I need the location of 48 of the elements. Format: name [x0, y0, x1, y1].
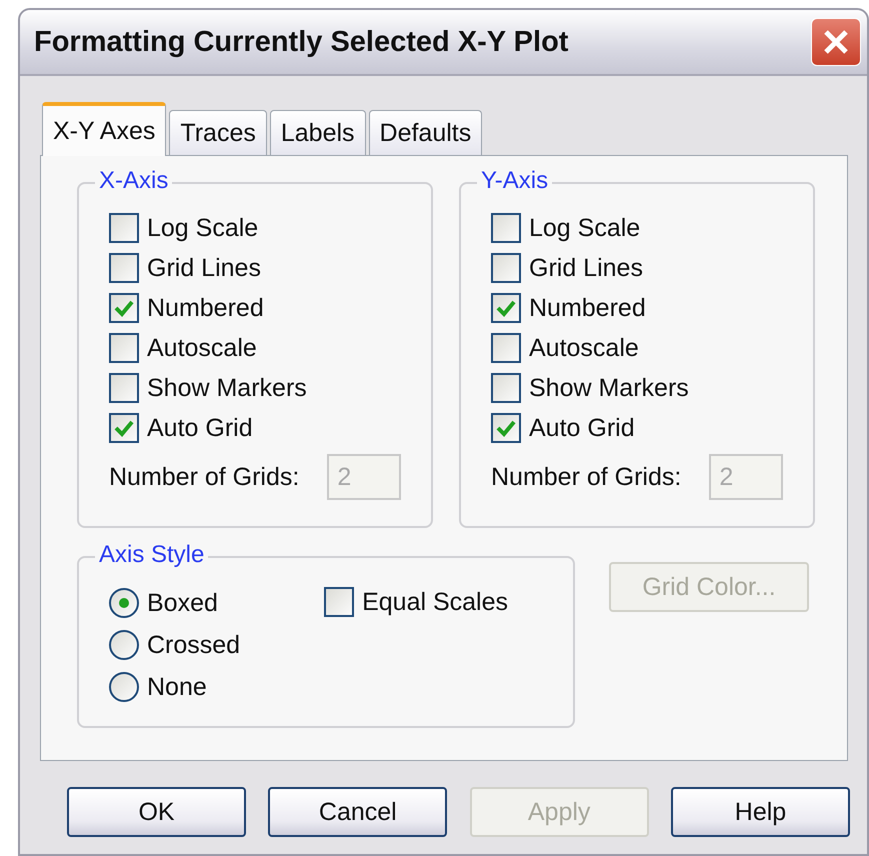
checkbox[interactable] — [109, 293, 139, 323]
tab[interactable]: Defaults — [368, 110, 482, 155]
tab[interactable]: Traces — [169, 110, 267, 155]
radio-button[interactable] — [109, 672, 139, 702]
checkbox[interactable] — [109, 413, 139, 443]
checkbox[interactable] — [324, 587, 354, 617]
checkbox-label: Numbered — [147, 294, 264, 322]
checkbox[interactable] — [491, 253, 521, 283]
checkbox[interactable] — [109, 253, 139, 283]
checkbox-label: Log Scale — [529, 214, 640, 242]
checkbox[interactable] — [491, 293, 521, 323]
field-label: Number of Grids: — [109, 462, 300, 492]
check-icon — [496, 299, 516, 317]
dialog-button[interactable]: OK — [67, 787, 246, 837]
dialog-button[interactable]: Cancel — [268, 787, 448, 837]
close-icon — [822, 28, 850, 56]
radio-button[interactable] — [109, 588, 139, 618]
tab[interactable]: Labels — [270, 110, 366, 155]
dialog-button[interactable]: Help — [670, 787, 850, 837]
checkbox-label: Auto Grid — [147, 414, 253, 442]
field-label: Number of Grids: — [491, 462, 682, 492]
checkbox-label: Show Markers — [147, 374, 307, 402]
radio-label: Boxed — [147, 588, 218, 618]
checkbox-label: Equal Scales — [362, 588, 508, 616]
check-icon — [114, 419, 134, 437]
checkbox[interactable] — [109, 213, 139, 243]
checkbox[interactable] — [109, 373, 139, 403]
checkbox[interactable] — [491, 333, 521, 363]
checkbox[interactable] — [491, 213, 521, 243]
radio-label: None — [147, 672, 207, 702]
checkbox-label: Autoscale — [529, 334, 639, 362]
checkbox[interactable] — [491, 413, 521, 443]
tab[interactable]: X-Y Axes — [42, 102, 166, 156]
checkbox-label: Auto Grid — [529, 414, 635, 442]
checkbox[interactable] — [109, 333, 139, 363]
check-icon — [496, 419, 516, 437]
window-title: Formatting Currently Selected X-Y Plot — [34, 26, 568, 58]
checkbox-label: Grid Lines — [529, 254, 643, 282]
checkbox-label: Log Scale — [147, 214, 258, 242]
radio-label: Crossed — [147, 630, 240, 660]
checkbox-label: Autoscale — [147, 334, 257, 362]
check-icon — [114, 299, 134, 317]
checkbox-label: Grid Lines — [147, 254, 261, 282]
radio-button[interactable] — [109, 630, 139, 660]
checkbox[interactable] — [491, 373, 521, 403]
close-button[interactable] — [811, 18, 861, 66]
checkbox-label: Show Markers — [529, 374, 689, 402]
checkbox-label: Numbered — [529, 294, 646, 322]
